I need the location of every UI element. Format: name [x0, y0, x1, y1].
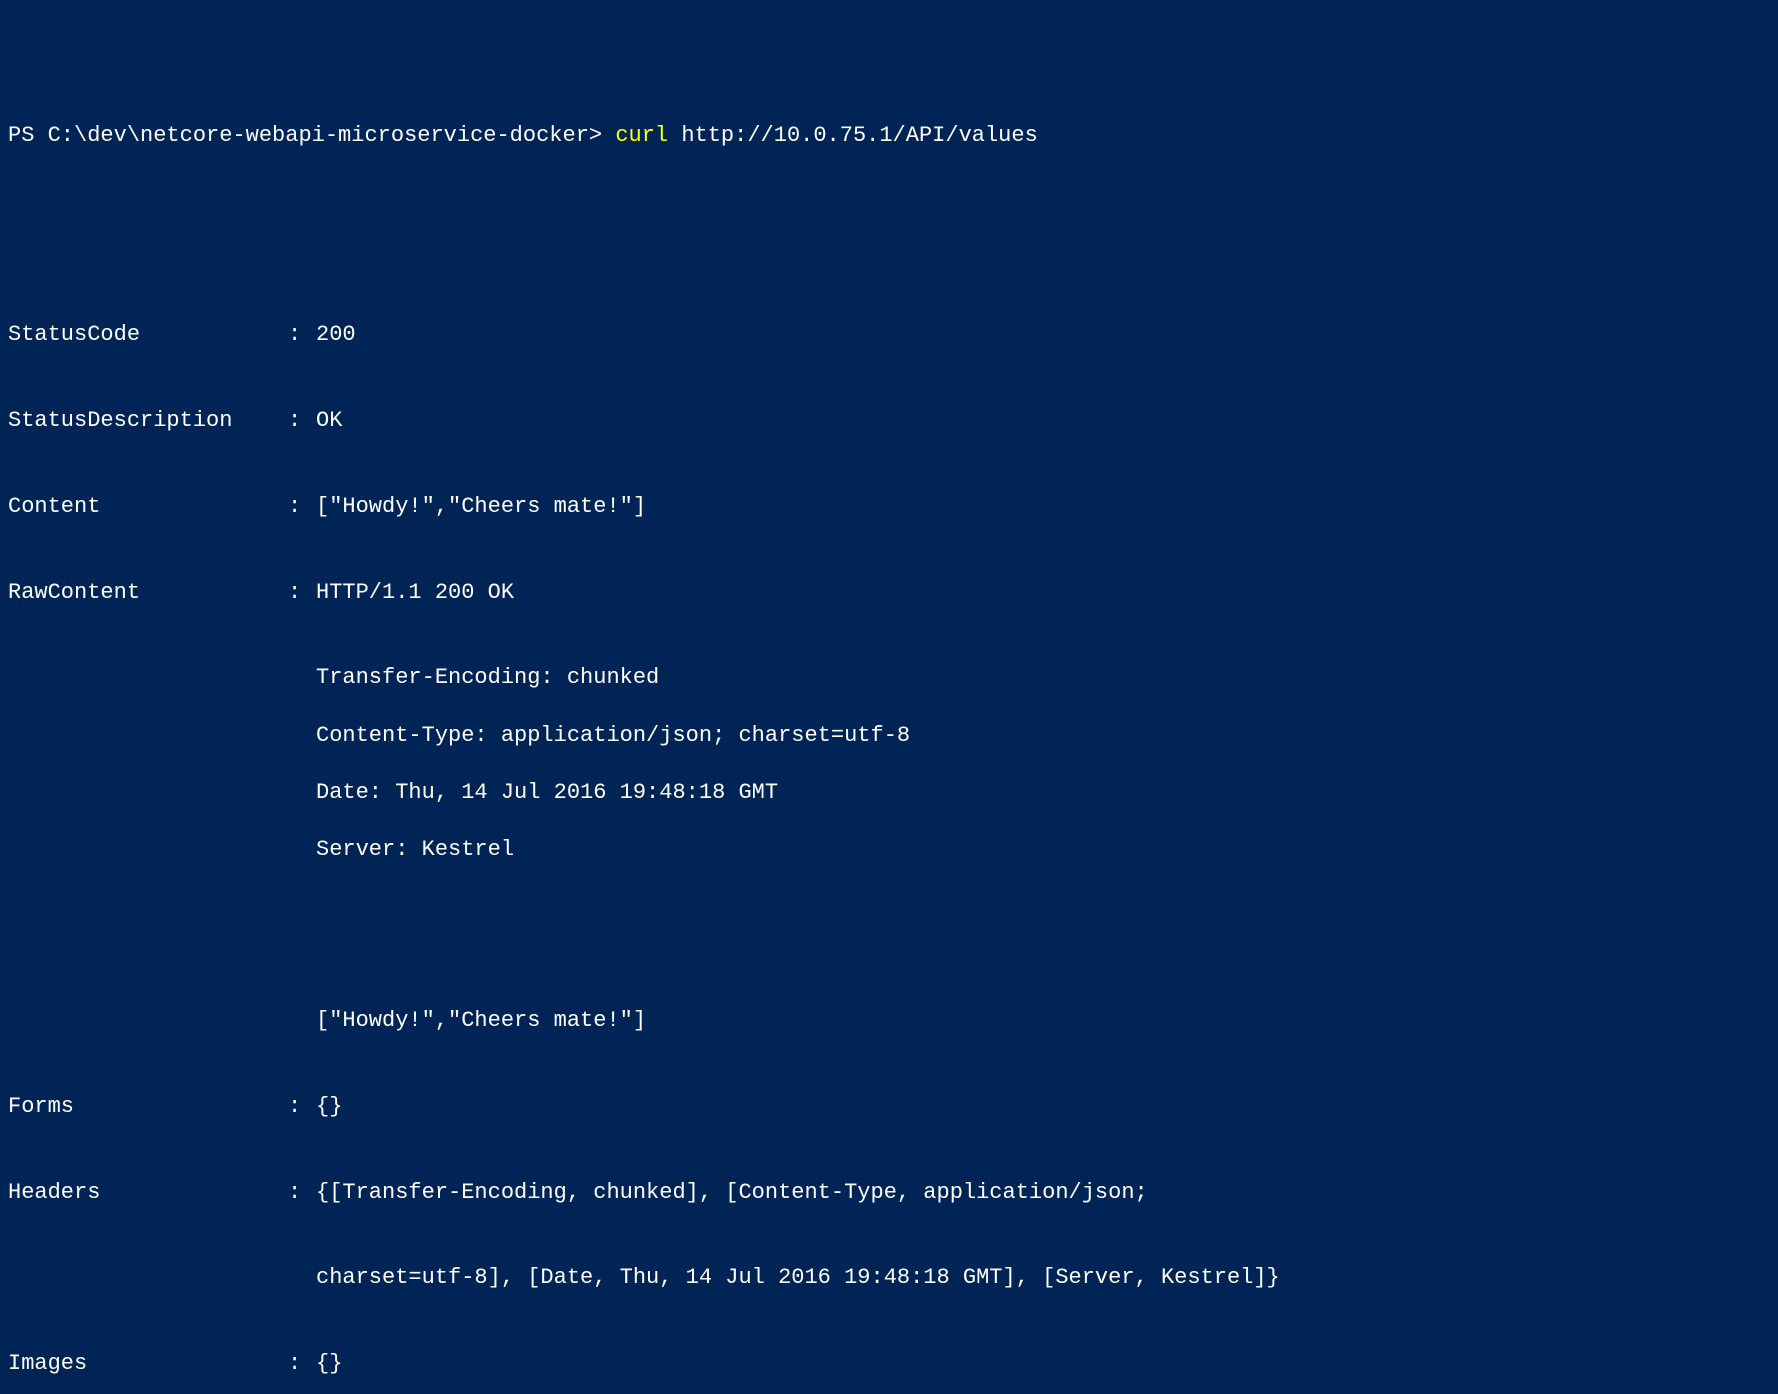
output-row-statusdescription: StatusDescription: OK: [8, 407, 1770, 436]
key-statuscode: StatusCode: [8, 321, 288, 350]
prompt-path: C:\dev\netcore-webapi-microservice-docke…: [48, 123, 589, 148]
key-rawcontent: RawContent: [8, 579, 288, 608]
value-statuscode: 200: [316, 321, 1770, 350]
value-rawcontent-line5: Server: Kestrel: [8, 836, 1770, 865]
blank-line: [8, 236, 1770, 264]
separator: :: [288, 321, 316, 350]
command-line[interactable]: PS C:\dev\netcore-webapi-microservice-do…: [8, 122, 1770, 151]
value-rawcontent-line4: Date: Thu, 14 Jul 2016 19:48:18 GMT: [8, 779, 1770, 808]
value-images: {}: [316, 1350, 1770, 1379]
key-content: Content: [8, 493, 288, 522]
output-row-images: Images: {}: [8, 1350, 1770, 1379]
output-row-forms: Forms: {}: [8, 1093, 1770, 1122]
key-forms: Forms: [8, 1093, 288, 1122]
output-row-headers: Headers: {[Transfer-Encoding, chunked], …: [8, 1179, 1770, 1208]
command-name: curl: [615, 123, 668, 148]
value-rawcontent-line6: ["Howdy!","Cheers mate!"]: [8, 1007, 1770, 1036]
value-rawcontent-line2: Transfer-Encoding: chunked: [8, 664, 1770, 693]
value-statusdescription: OK: [316, 407, 1770, 436]
separator: :: [288, 579, 316, 608]
key-images: Images: [8, 1350, 288, 1379]
separator: :: [288, 407, 316, 436]
value-rawcontent-line3: Content-Type: application/json; charset=…: [8, 722, 1770, 751]
value-headers-line2: charset=utf-8], [Date, Thu, 14 Jul 2016 …: [8, 1264, 1770, 1293]
prompt-caret: >: [589, 123, 615, 148]
key-headers: Headers: [8, 1179, 288, 1208]
value-headers-line1: {[Transfer-Encoding, chunked], [Content-…: [316, 1179, 1770, 1208]
value-content: ["Howdy!","Cheers mate!"]: [316, 493, 1770, 522]
output-row-rawcontent: RawContent: HTTP/1.1 200 OK: [8, 579, 1770, 608]
output-row-content: Content: ["Howdy!","Cheers mate!"]: [8, 493, 1770, 522]
command-argument: http://10.0.75.1/API/values: [668, 123, 1038, 148]
blank-line: [8, 922, 1770, 950]
separator: :: [288, 1093, 316, 1122]
separator: :: [288, 493, 316, 522]
separator: :: [288, 1350, 316, 1379]
key-statusdescription: StatusDescription: [8, 407, 288, 436]
separator: :: [288, 1179, 316, 1208]
output-row-statuscode: StatusCode: 200: [8, 321, 1770, 350]
prompt-prefix: PS: [8, 123, 48, 148]
value-rawcontent-line1: HTTP/1.1 200 OK: [316, 579, 1770, 608]
value-forms: {}: [316, 1093, 1770, 1122]
